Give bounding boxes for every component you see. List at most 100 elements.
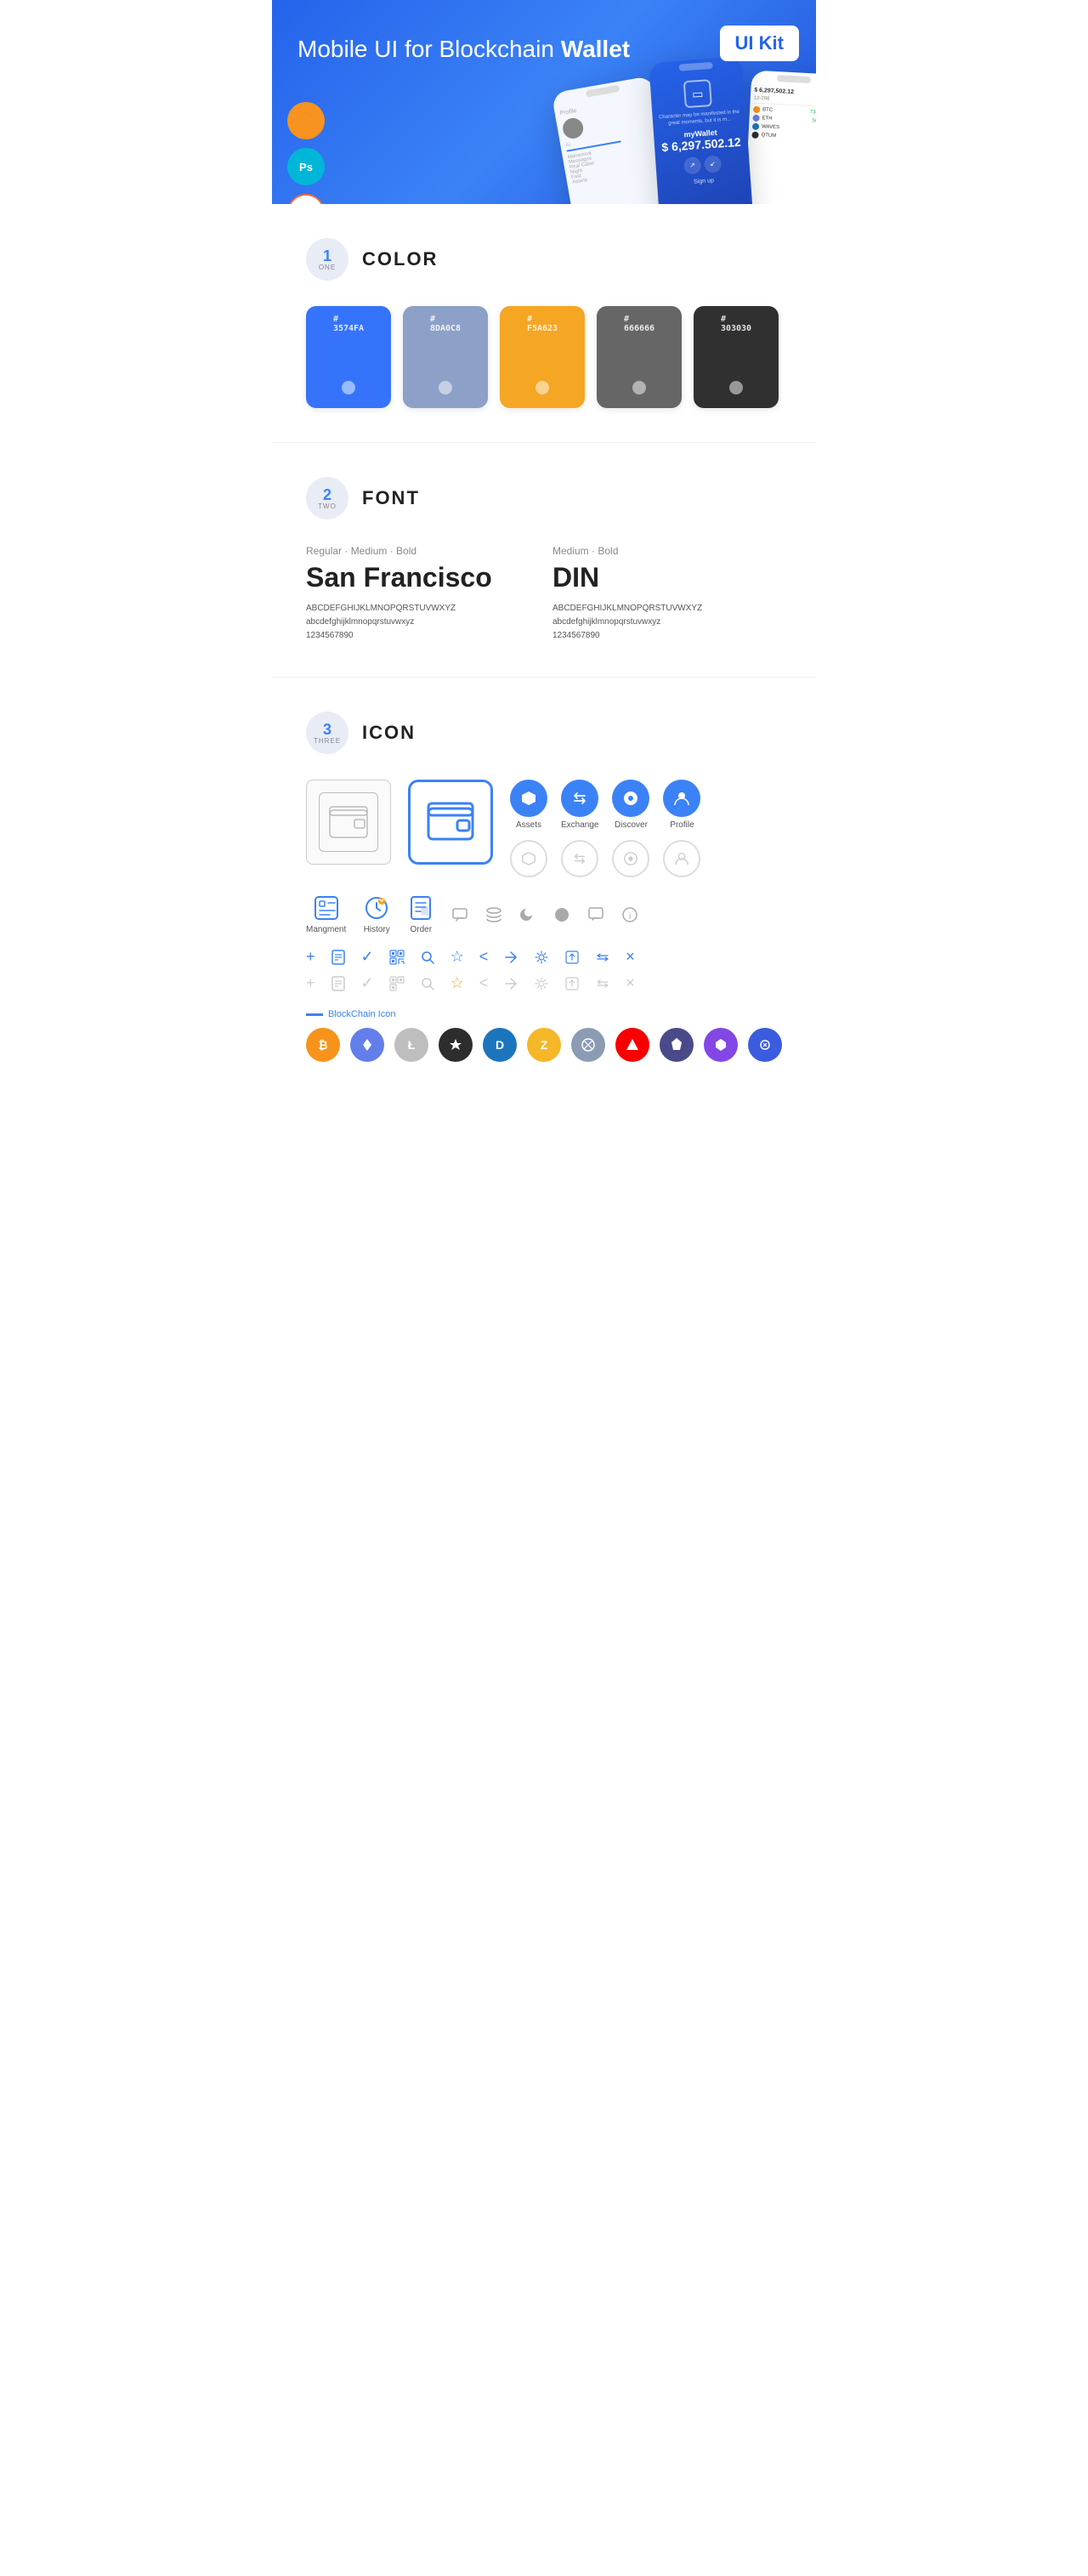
font-number-badge: 2 TWO (306, 477, 348, 519)
sketch-icon (287, 102, 325, 139)
ark-icon (615, 1028, 649, 1062)
font-sf: Regular · Medium · Bold San Francisco AB… (306, 545, 536, 643)
swatch-orange: #F5A623 (500, 306, 585, 408)
nav-assets-outline (510, 840, 547, 877)
icon-main-row: Assets Exchange Discover (306, 780, 782, 877)
color-section: 1 ONE COLOR #3574FA #8DA0C8 #F5A623 #666… (272, 204, 816, 443)
note-gray-icon (331, 976, 346, 991)
hero-tools: Ps 60+ Screens (287, 102, 325, 204)
small-icons-gray-row: + ✓ ☆ < × (306, 974, 782, 992)
swatch-gray-blue: #8DA0C8 (403, 306, 488, 408)
font-grid: Regular · Medium · Bold San Francisco AB… (306, 545, 782, 643)
exchange-outline-icon (561, 840, 598, 877)
assets-icon (510, 780, 547, 817)
qr-icon (389, 950, 405, 965)
nav-icons-row-top: Assets Exchange Discover (510, 780, 700, 830)
nav-discover: Discover (612, 780, 649, 830)
gem-icon (660, 1028, 694, 1062)
chevron-left-icon: < (479, 948, 489, 966)
nav-icons-group: Assets Exchange Discover (510, 780, 700, 877)
share-icon (503, 950, 518, 965)
wireframe-wallet-inner (319, 792, 378, 852)
font-section: 2 TWO FONT Regular · Medium · Bold San F… (272, 443, 816, 678)
phone-center: ▭ Character may be manifested in the gre… (649, 56, 754, 204)
chevron-left-gray-icon: < (479, 974, 489, 992)
upload-gray-icon (564, 976, 580, 991)
chat-icon (451, 906, 468, 923)
close-gray-icon: × (626, 974, 635, 992)
phone-right: $ 6,297,502.12 12-298 BTC 738-2003 ETH 5… (743, 70, 816, 204)
discover-outline-icon (612, 840, 649, 877)
exchange-icon (561, 780, 598, 817)
search-gray-icon (420, 976, 435, 991)
search-icon (420, 950, 435, 965)
colored-wallet-icon (408, 780, 493, 865)
profile-outline-icon (663, 840, 700, 877)
qr-gray-icon (389, 976, 405, 991)
swatch-gray: #666666 (597, 306, 682, 408)
star-icon: ☆ (450, 948, 464, 966)
swap-gray-icon (595, 976, 610, 991)
assets-outline-icon (510, 840, 547, 877)
hero-title: Mobile UI for Blockchain Wallet (298, 34, 790, 65)
color-swatches: #3574FA #8DA0C8 #F5A623 #666666 #303030 (306, 306, 782, 408)
stack-icon (485, 906, 502, 923)
check-gray-icon: ✓ (361, 974, 374, 992)
wireframe-wallet-outer (306, 780, 391, 865)
profile-icon (663, 780, 700, 817)
nav-profile: Profile (663, 780, 700, 830)
star-gray-icon: ☆ (450, 974, 464, 992)
discover-icon (612, 780, 649, 817)
nav-exchange: Exchange (561, 780, 598, 830)
action-icons-row: Mangment History Order (306, 894, 782, 934)
photoshop-icon: Ps (287, 148, 325, 185)
swatch-blue: #3574FA (306, 306, 391, 408)
plus-gray-icon: + (306, 974, 315, 992)
icon-section-header: 3 THREE ICON (306, 712, 782, 754)
svg-text:i: i (629, 912, 631, 922)
matic-icon (704, 1028, 738, 1062)
nav-discover-outline (612, 840, 649, 877)
nav-icons-row-bottom (510, 840, 700, 877)
check-icon: ✓ (361, 948, 374, 966)
nav-exchange-outline (561, 840, 598, 877)
order-icon-item: Order (407, 894, 434, 934)
chat2-icon (587, 906, 604, 923)
swap-icon (595, 950, 610, 965)
circle-icon (553, 906, 570, 923)
color-section-header: 1 ONE COLOR (306, 238, 782, 281)
crypto-icons-row: ₿ Ł D Z (306, 1028, 782, 1062)
info-icon: i (621, 906, 638, 923)
share-gray-icon (503, 976, 518, 991)
color-number-badge: 1 ONE (306, 238, 348, 281)
plus-icon: + (306, 948, 315, 966)
settings-gray-icon (534, 976, 549, 991)
blackcoin-icon (439, 1028, 473, 1062)
token-icon (571, 1028, 605, 1062)
font-section-header: 2 TWO FONT (306, 477, 782, 519)
ethereum-icon (350, 1028, 384, 1062)
note-icon (331, 950, 346, 965)
icon-section: 3 THREE ICON (272, 678, 816, 1096)
nav-assets: Assets (510, 780, 547, 830)
upload-icon (564, 950, 580, 965)
screens-badge: 60+ Screens (287, 194, 325, 204)
zcash-icon: Z (527, 1028, 561, 1062)
hero-badge: UI Kit (720, 26, 799, 61)
history-icon-item: History (363, 894, 390, 934)
blockchain-label: BlockChain Icon (306, 1009, 782, 1019)
small-icons-blue-row: + ✓ ☆ < × (306, 948, 782, 966)
dash-icon: D (483, 1028, 517, 1062)
hero-section: Mobile UI for Blockchain Wallet UI Kit P… (272, 0, 816, 204)
phone-mockups: Profile AI Mansment Messages Real Catse … (552, 60, 816, 204)
close-icon: × (626, 948, 635, 966)
settings-icon (534, 950, 549, 965)
litecoin-icon: Ł (394, 1028, 428, 1062)
bitcoin-icon: ₿ (306, 1028, 340, 1062)
icon-number-badge: 3 THREE (306, 712, 348, 754)
swatch-dark: #303030 (694, 306, 779, 408)
moon-icon (519, 906, 536, 923)
token2-icon (748, 1028, 782, 1062)
management-icon-item: Mangment (306, 894, 346, 934)
font-din: Medium · Bold DIN ABCDEFGHIJKLMNOPQRSTUV… (552, 545, 782, 643)
